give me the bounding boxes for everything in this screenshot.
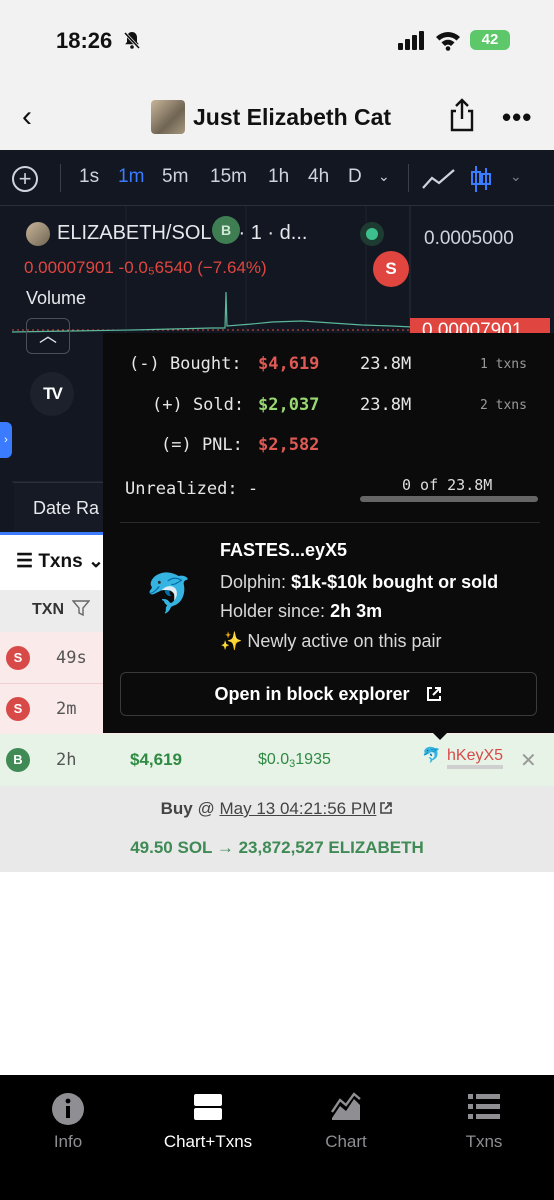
- txn-swap-detail: 49.50 SOL → 23,872,527 ELIZABETH: [130, 838, 424, 857]
- toolbar-divider: [408, 164, 409, 192]
- sell-badge: S: [6, 646, 30, 670]
- sold-value: $2,037: [258, 395, 320, 415]
- sell-badge: S: [6, 697, 30, 721]
- timeframe-5m[interactable]: 5m: [162, 166, 188, 188]
- date-range-button[interactable]: Date Ra: [33, 498, 99, 519]
- pair-token-icon: [26, 222, 50, 246]
- external-link-icon[interactable]: [379, 801, 393, 815]
- more-options-icon[interactable]: •••: [502, 102, 532, 133]
- close-icon[interactable]: ✕: [520, 748, 537, 773]
- timeframe-d[interactable]: D: [348, 166, 362, 188]
- open-block-explorer-button[interactable]: Open in block explorer: [120, 672, 537, 716]
- unrealized-progress-bar: [360, 496, 538, 502]
- tradingview-logo: TV: [30, 372, 74, 416]
- chevron-down-icon[interactable]: ⌄: [510, 168, 522, 185]
- live-indicator: [360, 222, 384, 246]
- txn-action: Buy: [160, 799, 193, 818]
- token-avatar: [151, 100, 185, 134]
- timeframe-1s[interactable]: 1s: [79, 166, 99, 188]
- toolbar-divider: [60, 164, 61, 192]
- txn-detail-summary: Buy @ May 13 04:21:56 PM: [0, 799, 554, 819]
- bought-amount: 23.8M: [360, 354, 412, 374]
- buy-marker[interactable]: B: [212, 216, 240, 244]
- tab-info[interactable]: Info: [8, 1092, 128, 1152]
- page-title: Just Elizabeth Cat: [193, 104, 392, 130]
- pnl-value: $2,582: [258, 435, 320, 455]
- price-line: [12, 291, 412, 333]
- mute-bell-icon: [122, 30, 142, 55]
- timeframe-15m[interactable]: 15m: [210, 166, 247, 188]
- collapse-chevron-up-icon[interactable]: ︿: [26, 318, 70, 354]
- sold-txns: 2 txns: [480, 398, 527, 413]
- wallet-class: Dolphin: $1k-$10k bought or sold: [220, 572, 498, 593]
- menu-icon: ☰: [16, 551, 39, 572]
- buy-badge: B: [6, 748, 30, 772]
- area-chart-icon: [286, 1092, 406, 1128]
- external-link-icon: [426, 687, 441, 701]
- battery-indicator: 42: [470, 30, 510, 50]
- wallet-class-value: $1k-$10k bought or sold: [291, 572, 499, 592]
- pair-label: ELIZABETH/SOL ... · 1 · d...: [57, 222, 308, 244]
- line-chart-icon[interactable]: [422, 168, 456, 190]
- txn-age: 49s: [56, 648, 87, 668]
- wifi-icon: [436, 32, 460, 51]
- tab-label: Info: [53, 1132, 83, 1151]
- txn-age: 2h: [56, 750, 77, 770]
- explorer-button-label: Open in block explorer: [214, 684, 410, 704]
- status-time: 18:26: [56, 28, 113, 53]
- dolphin-sparkle-icon: 🐬: [422, 747, 441, 764]
- filter-icon[interactable]: [71, 600, 91, 617]
- txns-dropdown[interactable]: ☰ Txns ⌄: [16, 550, 104, 573]
- holder-value: 2h 3m: [330, 601, 383, 621]
- bought-txns: 1 txns: [480, 357, 527, 372]
- tab-chart[interactable]: Chart: [286, 1092, 406, 1152]
- txn-amount: $4,619: [130, 750, 182, 769]
- tab-label: Chart+Txns: [163, 1132, 253, 1151]
- maker-link[interactable]: hKeyX5: [447, 747, 504, 769]
- txn-date-link[interactable]: May 13 04:21:56 PM: [219, 799, 376, 818]
- candlestick-icon[interactable]: [470, 164, 492, 194]
- info-icon: [8, 1092, 128, 1128]
- divider: [120, 522, 540, 523]
- list-icon: [424, 1092, 544, 1128]
- price-axis-label: 0.0005000: [424, 228, 514, 249]
- newly-active-note: ✨ Newly active on this pair: [220, 631, 442, 651]
- wallet-name: FASTES...eyX5: [220, 540, 348, 560]
- txn-age: 2m: [56, 699, 77, 719]
- holder-since: Holder since: 2h 3m: [220, 601, 382, 622]
- bought-value: $4,619: [258, 354, 320, 374]
- column-header-txn[interactable]: TXN: [32, 600, 91, 619]
- back-chevron-icon[interactable]: ‹: [22, 100, 32, 134]
- sold-label: (+) Sold:: [152, 395, 245, 415]
- chevron-down-icon: ⌄: [87, 551, 104, 572]
- share-icon[interactable]: [448, 98, 476, 132]
- tab-chart-txns[interactable]: Chart+Txns: [148, 1092, 268, 1152]
- unrealized-label: Unrealized: -: [125, 479, 259, 499]
- timeframe-1m[interactable]: 1m: [118, 166, 144, 188]
- sold-amount: 23.8M: [360, 395, 412, 415]
- ohlc-readout: 0.00007901 -0.0₅6540 (−7.64%): [24, 258, 267, 277]
- side-panel-handle[interactable]: ›: [0, 422, 12, 458]
- popover-arrow: [432, 732, 448, 740]
- chevron-down-icon[interactable]: ⌄: [378, 168, 390, 185]
- txns-tab-label: Txns: [38, 551, 83, 572]
- pnl-label: (=) PNL:: [161, 435, 243, 455]
- txn-at: @: [197, 799, 215, 818]
- timeframe-4h[interactable]: 4h: [308, 166, 329, 188]
- split-view-icon: [148, 1092, 268, 1128]
- wallet-class-label: Dolphin:: [220, 572, 287, 592]
- tab-label: Chart: [325, 1132, 367, 1151]
- column-header-label: TXN: [32, 601, 64, 618]
- add-indicator-button[interactable]: +: [12, 166, 38, 192]
- cellular-signal-icon: [398, 31, 424, 50]
- txn-price: $0.031935: [258, 751, 331, 770]
- unrealized-progress: 0 of 23.8M: [402, 476, 493, 494]
- timeframe-1h[interactable]: 1h: [268, 166, 289, 188]
- tab-label: Txns: [465, 1132, 503, 1151]
- tab-txns[interactable]: Txns: [424, 1092, 544, 1152]
- holder-label: Holder since:: [220, 601, 326, 621]
- dolphin-icon: 🐬: [145, 573, 193, 615]
- bought-label: (-) Bought:: [129, 354, 242, 374]
